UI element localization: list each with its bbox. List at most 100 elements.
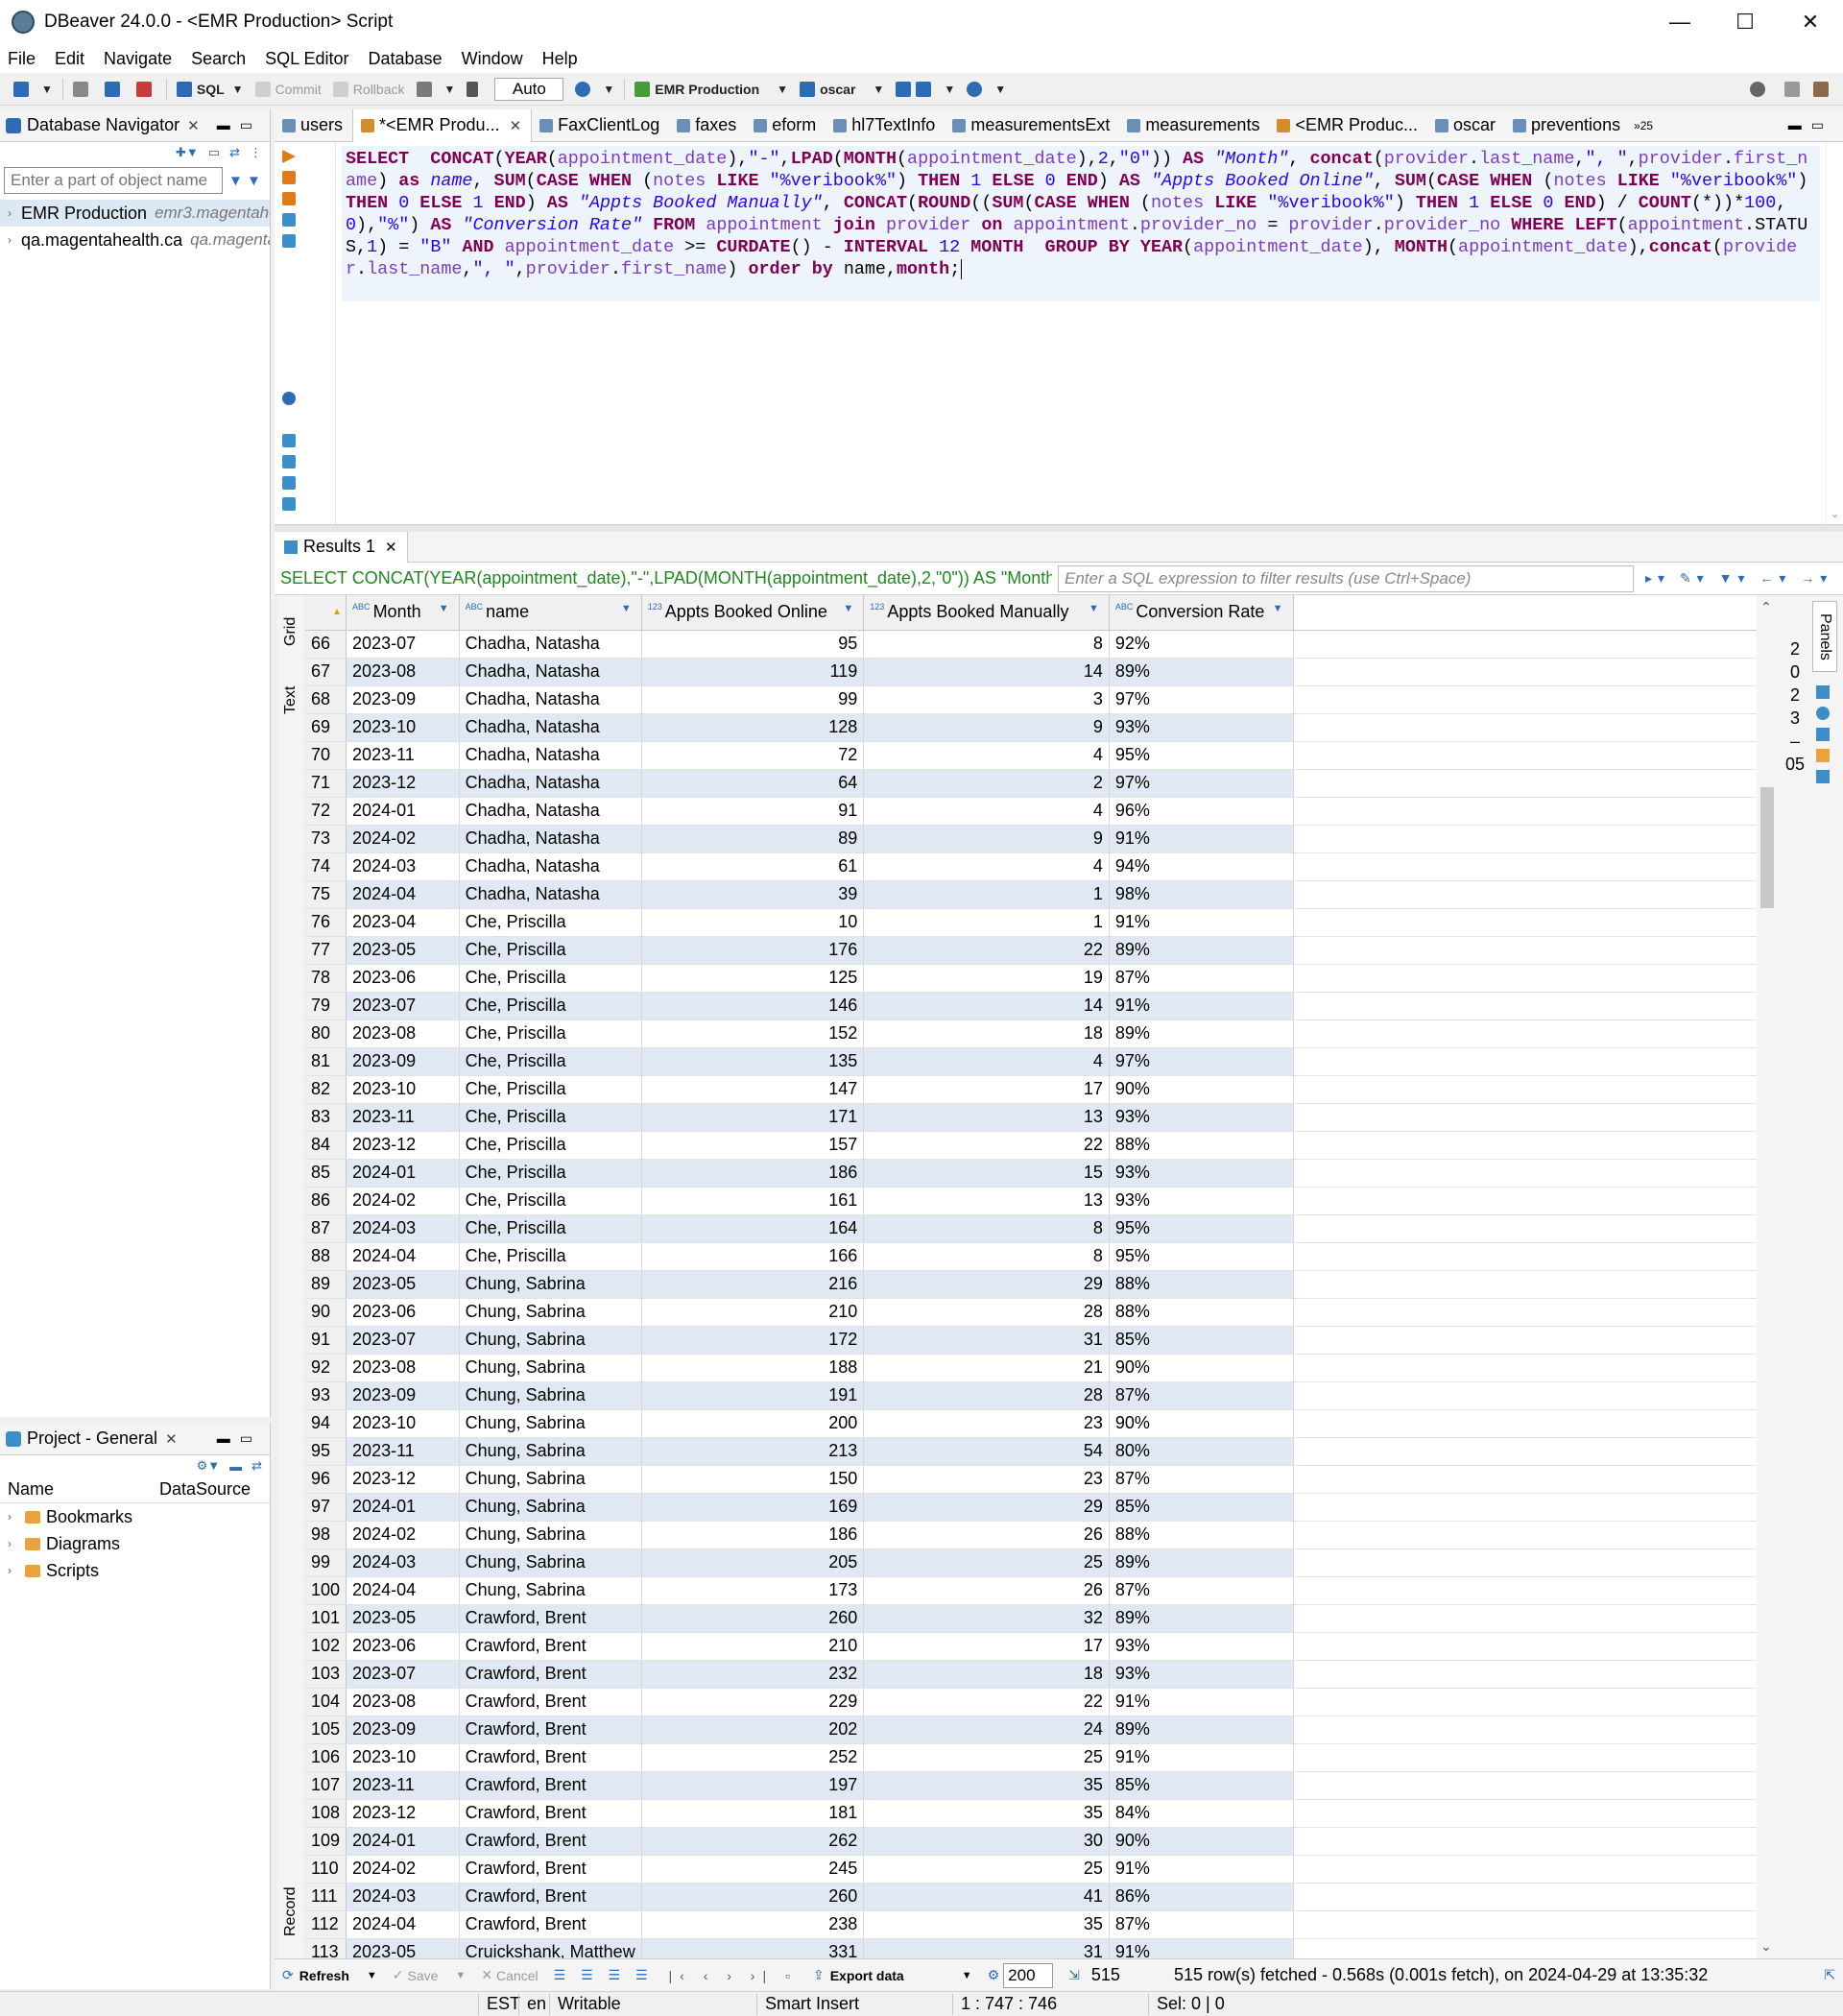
cell-appts-online[interactable]: 89: [641, 825, 865, 853]
tab-overflow[interactable]: »25: [1630, 109, 1657, 142]
cell-conversion-rate[interactable]: 91%: [1109, 1743, 1294, 1772]
cell-month[interactable]: 2023-11: [346, 1103, 460, 1132]
cell-conversion-rate[interactable]: 93%: [1109, 1103, 1294, 1132]
fetch-settings[interactable]: ⚙ 200: [980, 1962, 1062, 1988]
menu-file[interactable]: File: [8, 49, 36, 69]
cell-appts-online[interactable]: 157: [641, 1131, 865, 1160]
col-header-appts-online[interactable]: 123 Appts Booked Online ▼: [641, 595, 865, 631]
cell-appts-online[interactable]: 10: [641, 908, 865, 937]
row-number[interactable]: 82: [305, 1075, 347, 1104]
row-number[interactable]: 103: [305, 1660, 347, 1689]
link-icon[interactable]: ⇄: [251, 1458, 262, 1474]
table-row[interactable]: 73 2024-02 Chadha, Natasha 89 9 91%: [305, 825, 1757, 853]
cell-name[interactable]: Che, Priscilla: [459, 1103, 642, 1132]
panels-tab[interactable]: Panels: [1812, 601, 1837, 672]
cell-appts-online[interactable]: 61: [641, 852, 865, 881]
editor-scrollbar[interactable]: ⌄: [1826, 142, 1843, 524]
cell-appts-manual[interactable]: 28: [863, 1298, 1110, 1327]
format-icon[interactable]: [282, 497, 296, 511]
cell-month[interactable]: 2024-01: [346, 1159, 460, 1188]
table-row[interactable]: 99 2024-03 Chung, Sabrina 205 25 89%: [305, 1548, 1757, 1577]
cell-appts-online[interactable]: 186: [641, 1521, 865, 1549]
project-tab[interactable]: Project - General ✕ ▬▭: [0, 1423, 270, 1455]
cell-appts-online[interactable]: 150: [641, 1465, 865, 1494]
cell-appts-manual[interactable]: 18: [863, 1020, 1110, 1048]
sql-code[interactable]: SELECT CONCAT(YEAR(appointment_date),"-"…: [342, 146, 1820, 301]
cell-conversion-rate[interactable]: 87%: [1109, 1381, 1294, 1410]
cell-appts-manual[interactable]: 35: [863, 1910, 1110, 1939]
cell-name[interactable]: Crawford, Brent: [459, 1743, 642, 1772]
table-row[interactable]: 67 2023-08 Chadha, Natasha 119 14 89%: [305, 658, 1757, 686]
rollback-button[interactable]: Rollback: [327, 76, 411, 103]
table-row[interactable]: 89 2023-05 Chung, Sabrina 216 29 88%: [305, 1270, 1757, 1299]
cell-conversion-rate[interactable]: 93%: [1109, 1159, 1294, 1188]
cell-month[interactable]: 2024-02: [346, 825, 460, 853]
cell-month[interactable]: 2023-05: [346, 1604, 460, 1633]
cell-conversion-rate[interactable]: 97%: [1109, 685, 1294, 714]
cell-month[interactable]: 2024-04: [346, 1576, 460, 1605]
tab-measurementsext[interactable]: measurementsExt: [945, 109, 1119, 142]
panel-minmax-icon[interactable]: ▬▭: [217, 117, 262, 133]
table-row[interactable]: 85 2024-01 Che, Priscilla 186 15 93%: [305, 1159, 1757, 1188]
cell-month[interactable]: 2023-12: [346, 1799, 460, 1828]
cell-appts-online[interactable]: 64: [641, 769, 865, 798]
sql-editor-button[interactable]: SQL ▼: [171, 76, 250, 103]
row-number[interactable]: 75: [305, 880, 347, 909]
cell-appts-online[interactable]: 245: [641, 1855, 865, 1884]
cell-appts-manual[interactable]: 4: [863, 852, 1110, 881]
cell-appts-online[interactable]: 172: [641, 1326, 865, 1355]
cell-conversion-rate[interactable]: 90%: [1109, 1827, 1294, 1856]
row-number[interactable]: 99: [305, 1548, 347, 1577]
menu-database[interactable]: Database: [369, 49, 443, 69]
cell-month[interactable]: 2023-12: [346, 1131, 460, 1160]
row-number[interactable]: 87: [305, 1214, 347, 1243]
cell-month[interactable]: 2024-01: [346, 1827, 460, 1856]
table-row[interactable]: 68 2023-09 Chadha, Natasha 99 3 97%: [305, 685, 1757, 714]
row-number[interactable]: 84: [305, 1131, 347, 1160]
cell-appts-online[interactable]: 161: [641, 1187, 865, 1215]
cell-conversion-rate[interactable]: 88%: [1109, 1521, 1294, 1549]
cell-appts-manual[interactable]: 23: [863, 1409, 1110, 1438]
cell-appts-manual[interactable]: 54: [863, 1437, 1110, 1466]
cell-name[interactable]: Che, Priscilla: [459, 1020, 642, 1048]
row-number[interactable]: 83: [305, 1103, 347, 1132]
cell-appts-manual[interactable]: 4: [863, 797, 1110, 826]
cell-appts-manual[interactable]: 30: [863, 1827, 1110, 1856]
table-row[interactable]: 75 2024-04 Chadha, Natasha 39 1 98%: [305, 880, 1757, 909]
row-number[interactable]: 89: [305, 1270, 347, 1299]
cell-appts-manual[interactable]: 29: [863, 1270, 1110, 1299]
cell-month[interactable]: 2023-04: [346, 908, 460, 937]
cell-name[interactable]: Chadha, Natasha: [459, 685, 642, 714]
table-row[interactable]: 78 2023-06 Che, Priscilla 125 19 87%: [305, 964, 1757, 993]
cell-appts-online[interactable]: 210: [641, 1298, 865, 1327]
export-data-button[interactable]: ⇪ Export data ▼: [805, 1967, 980, 1983]
new-connection-button[interactable]: ▼: [8, 76, 59, 103]
navigator-menu-icon[interactable]: ⋮: [250, 145, 262, 160]
col-header-month[interactable]: ABC Month ▼: [346, 595, 460, 631]
sort-icon[interactable]: ▼: [1273, 603, 1283, 614]
cell-month[interactable]: 2023-06: [346, 964, 460, 993]
expand-arrow-icon[interactable]: ›: [8, 206, 12, 220]
cell-conversion-rate[interactable]: 87%: [1109, 1576, 1294, 1605]
cell-appts-online[interactable]: 91: [641, 797, 865, 826]
sort-icon[interactable]: ▼: [621, 603, 632, 614]
cell-appts-online[interactable]: 331: [641, 1938, 865, 1958]
history-button[interactable]: ▼: [569, 76, 620, 103]
cell-name[interactable]: Che, Priscilla: [459, 1187, 642, 1215]
cell-appts-manual[interactable]: 3: [863, 685, 1110, 714]
cell-appts-manual[interactable]: 23: [863, 1465, 1110, 1494]
row-number[interactable]: 76: [305, 908, 347, 937]
cell-conversion-rate[interactable]: 96%: [1109, 797, 1294, 826]
cell-name[interactable]: Chadha, Natasha: [459, 741, 642, 770]
table-row[interactable]: 113 2023-05 Cruickshank, Matthew 331 31 91%: [305, 1938, 1757, 1958]
results-grid[interactable]: ▲ ABC Month ▼ ABC name ▼ 123 Appts Booked Onl…: [305, 595, 1757, 1958]
row-number[interactable]: 77: [305, 936, 347, 965]
table-row[interactable]: 84 2023-12 Che, Priscilla 157 22 88%: [305, 1131, 1757, 1160]
cell-appts-online[interactable]: 191: [641, 1381, 865, 1410]
row-number[interactable]: 105: [305, 1716, 347, 1744]
cell-conversion-rate[interactable]: 91%: [1109, 1938, 1294, 1958]
cell-appts-manual[interactable]: 4: [863, 1047, 1110, 1076]
cell-appts-manual[interactable]: 8: [863, 1214, 1110, 1243]
table-row[interactable]: 98 2024-02 Chung, Sabrina 186 26 88%: [305, 1521, 1757, 1549]
auto-commit-combo[interactable]: Auto: [494, 77, 564, 101]
